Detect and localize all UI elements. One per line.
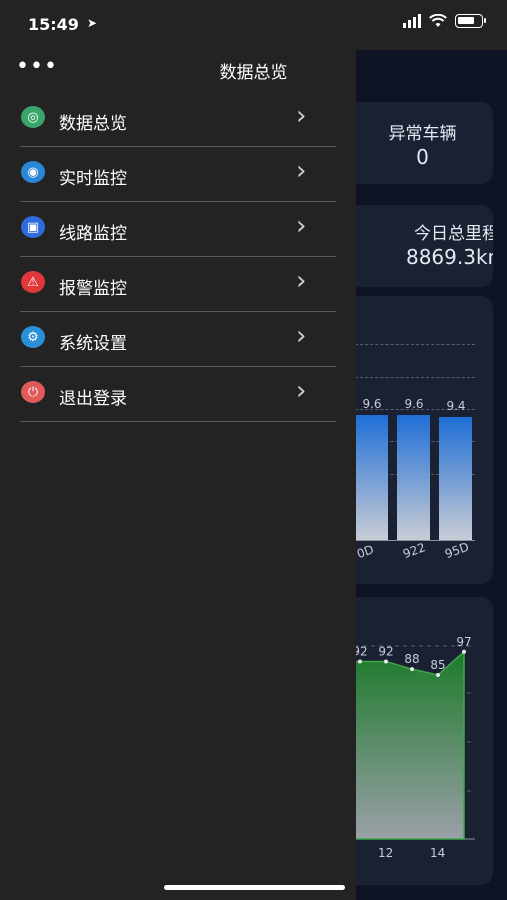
area-point bbox=[436, 672, 440, 677]
status-indicators bbox=[403, 14, 486, 28]
home-indicator[interactable] bbox=[164, 885, 345, 890]
area-point-label: 85 bbox=[430, 658, 445, 672]
bar bbox=[397, 414, 430, 540]
chevron-right-icon: › bbox=[296, 101, 307, 131]
total-mileage-value: 8869.3km bbox=[405, 245, 493, 269]
bus-icon: ▣ bbox=[21, 216, 45, 238]
bar-category-label: 922 bbox=[401, 540, 428, 562]
wifi-icon bbox=[429, 14, 447, 27]
chevron-right-icon: › bbox=[296, 266, 307, 296]
area-point bbox=[358, 659, 362, 664]
menu-divider bbox=[20, 421, 336, 422]
total-mileage-title: 今日总里程 bbox=[414, 224, 493, 244]
chevron-right-icon: › bbox=[296, 376, 307, 406]
menu-item-label: 系统设置 bbox=[59, 334, 127, 354]
bar bbox=[355, 414, 388, 540]
cellular-signal-icon bbox=[403, 14, 421, 28]
bar-value-label: 9.6 bbox=[404, 396, 424, 411]
menu-item[interactable]: ◉ 实时监控 › bbox=[0, 147, 356, 202]
x-tick-label: 12 bbox=[378, 846, 394, 860]
chevron-right-icon: › bbox=[296, 211, 307, 241]
battery-icon bbox=[455, 14, 486, 28]
drawer-title: 数据总览 bbox=[219, 63, 288, 83]
drawer-menu: ◎ 数据总览 › ◉ 实时监控 › ▣ 线路监控 › ⚠ 报警监控 › ⚙ 系统设置 › ⏻ 退出登录 › bbox=[0, 92, 356, 422]
power-icon: ⏻ bbox=[21, 381, 45, 403]
chevron-right-icon: › bbox=[296, 321, 307, 351]
settings-icon: ⚙ bbox=[21, 326, 45, 348]
area-point bbox=[384, 659, 388, 664]
area-series bbox=[354, 650, 465, 840]
bar-axis bbox=[355, 540, 475, 541]
area-point bbox=[410, 667, 414, 672]
camera-icon: ◉ bbox=[21, 161, 45, 183]
menu-item[interactable]: ▣ 线路监控 › bbox=[0, 202, 356, 257]
status-time: 15:49 bbox=[28, 15, 79, 34]
bar-gridline bbox=[355, 344, 475, 345]
menu-item[interactable]: ⏻ 退出登录 › bbox=[0, 367, 356, 422]
location-arrow-icon: ➤ bbox=[87, 16, 98, 30]
menu-item-label: 退出登录 bbox=[59, 389, 127, 409]
bar-category-label: 95D bbox=[443, 539, 471, 562]
area-point-label: 88 bbox=[404, 652, 419, 666]
menu-item-label: 数据总览 bbox=[59, 114, 127, 134]
menu-item-label: 实时监控 bbox=[59, 169, 127, 189]
bar-value-label: 9.6 bbox=[362, 396, 382, 411]
area-point-label: 92 bbox=[378, 644, 393, 658]
x-tick-label: 14 bbox=[430, 846, 446, 860]
status-bar: 15:49 ➤ bbox=[0, 0, 507, 50]
menu-item-label: 线路监控 bbox=[59, 224, 127, 244]
area-point-label: 97 bbox=[456, 635, 471, 649]
chevron-right-icon: › bbox=[296, 156, 307, 186]
side-drawer: ◎ 数据总览 › ◉ 实时监控 › ▣ 线路监控 › ⚠ 报警监控 › ⚙ 系统设置 › ⏻ 退出登录 › bbox=[0, 0, 356, 900]
dashboard-icon: ◎ bbox=[21, 106, 45, 128]
menu-item[interactable]: ⚠ 报警监控 › bbox=[0, 257, 356, 312]
menu-item[interactable]: ◎ 数据总览 › bbox=[0, 92, 356, 147]
menu-item[interactable]: ⚙ 系统设置 › bbox=[0, 312, 356, 367]
bar-category-label: 0D bbox=[355, 542, 376, 562]
menu-item-label: 报警监控 bbox=[59, 279, 127, 299]
drawer-header: ••• 数据总览 bbox=[0, 50, 507, 92]
area-point bbox=[462, 649, 466, 654]
bar-value-label: 9.4 bbox=[446, 399, 466, 414]
bar bbox=[439, 417, 472, 540]
bar-gridline bbox=[355, 377, 475, 378]
alarm-icon: ⚠ bbox=[21, 271, 45, 293]
